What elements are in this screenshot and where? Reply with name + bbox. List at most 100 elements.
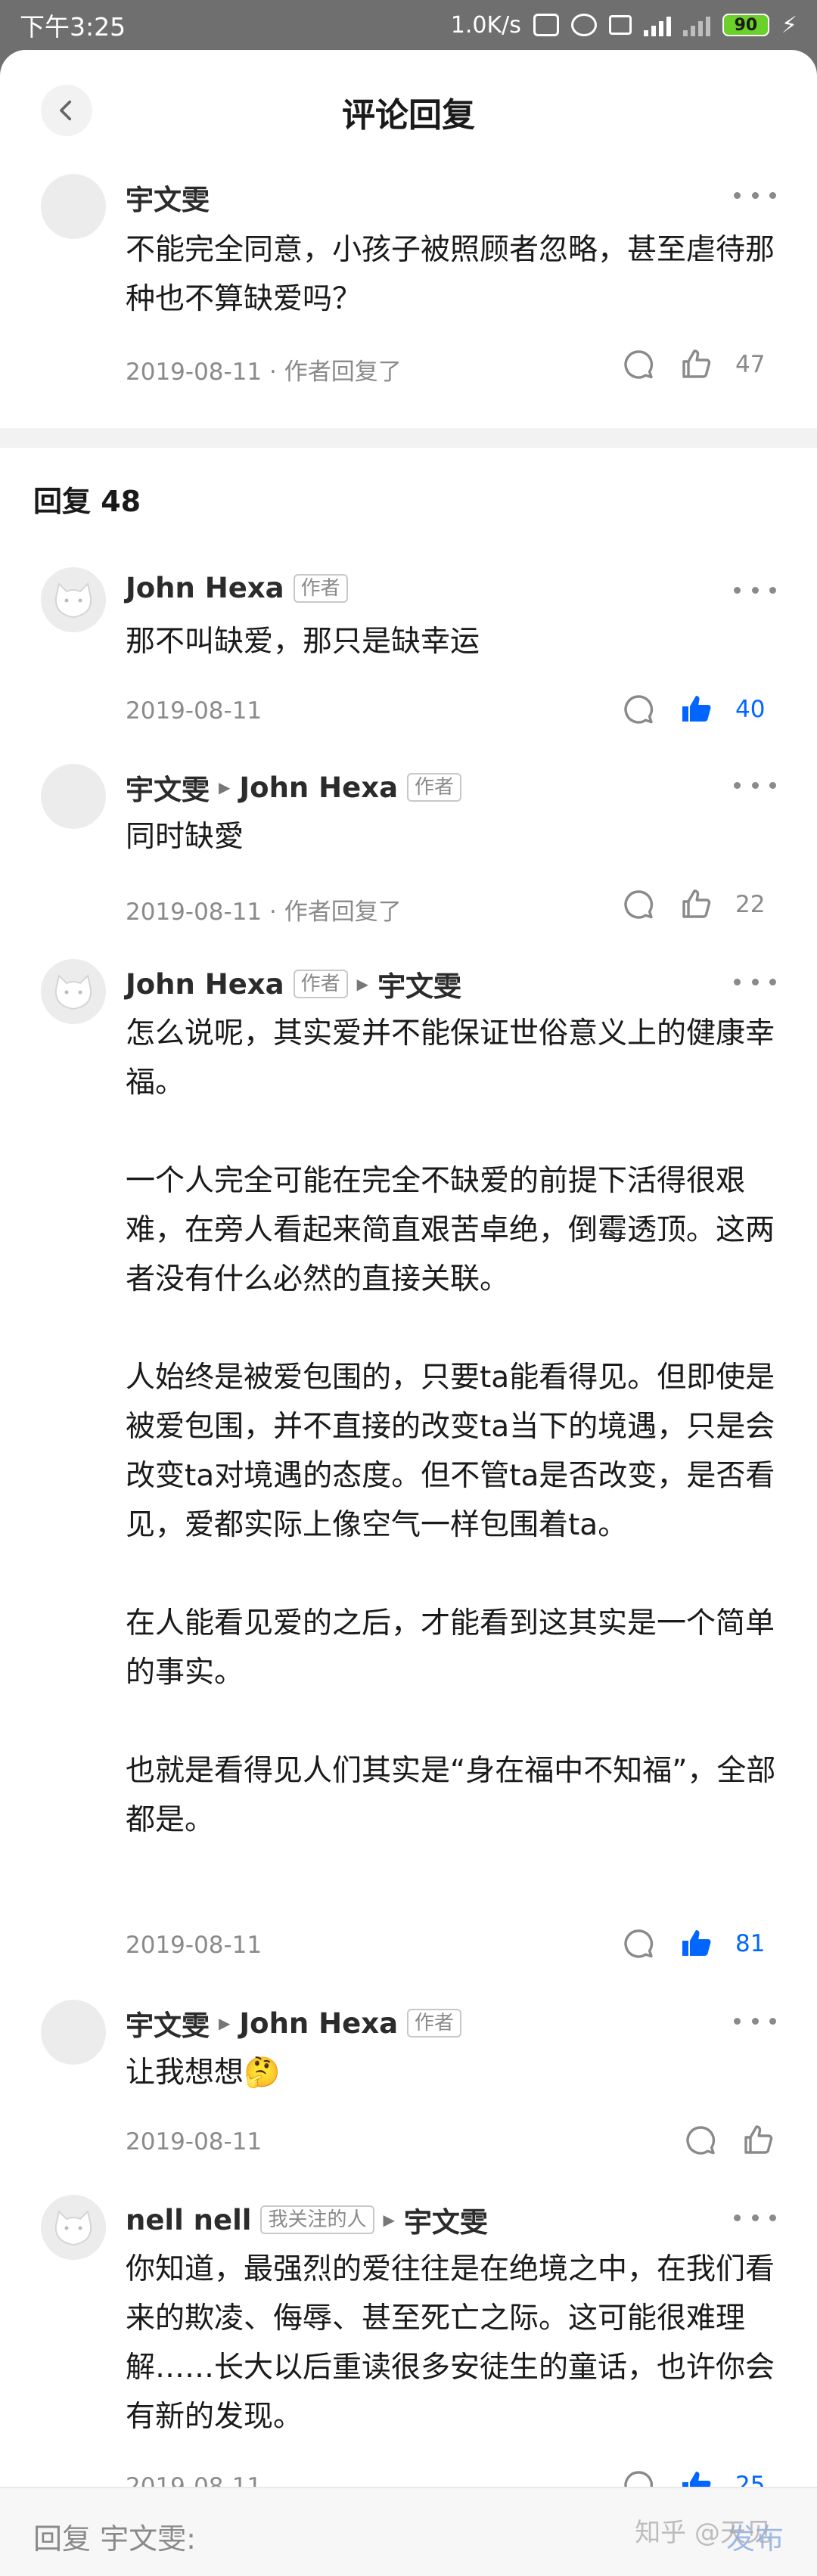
reply-to-name[interactable]: 宇文雯 bbox=[377, 964, 461, 1004]
dot-icon bbox=[751, 586, 759, 594]
author-name[interactable]: 宇文雯 bbox=[126, 2003, 210, 2044]
status-indicators: 1.0K/s 90 ⚡ bbox=[451, 12, 797, 39]
dot-icon bbox=[734, 586, 741, 594]
like-count: 40 bbox=[735, 696, 766, 723]
more-button[interactable] bbox=[734, 582, 776, 597]
reply-arrow-icon: ▶ bbox=[383, 2211, 395, 2229]
more-button[interactable] bbox=[734, 2210, 776, 2225]
dot-icon bbox=[769, 191, 776, 199]
reply-author-row: John Hexa 作者 ▶ 宇文雯 bbox=[126, 964, 461, 1004]
dot-icon bbox=[751, 2214, 759, 2221]
signal-icon bbox=[643, 14, 671, 36]
reply-to-name[interactable]: 宇文雯 bbox=[404, 2199, 488, 2240]
reply-text: 那不叫缺爱，那只是缺幸运 bbox=[126, 617, 776, 666]
reply-author-row: 宇文雯 ▶ John Hexa 作者 bbox=[126, 2003, 462, 2044]
reply-paragraph: 人始终是被爱包围的，只要ta能看得见。但即使是被爱包围，并不直接的改变ta当下的… bbox=[126, 1361, 775, 1542]
reply-arrow-icon: ▶ bbox=[219, 2014, 231, 2032]
dot-icon bbox=[751, 978, 759, 985]
reply-paragraph: 也就是看得见人们其实是“身在福中不知福”，全部都是。 bbox=[126, 1754, 776, 1837]
comment-icon[interactable] bbox=[682, 2122, 719, 2159]
author-name[interactable]: nell nell bbox=[126, 2204, 251, 2236]
reply-input-bar[interactable]: 回复 宇文雯: 发布 知乎 @天见 bbox=[0, 2487, 817, 2576]
replies-header: 回复 48 bbox=[33, 485, 141, 518]
reply-arrow-icon: ▶ bbox=[356, 975, 369, 993]
section-divider bbox=[0, 428, 817, 448]
avatar[interactable] bbox=[41, 2195, 106, 2260]
thumb-up-icon[interactable] bbox=[678, 346, 714, 383]
reply-to-tag: 作者 bbox=[407, 773, 462, 802]
author-tag: 我关注的人 bbox=[260, 2205, 374, 2234]
header: 评论回复 bbox=[0, 50, 817, 171]
reply-actions: 81 bbox=[620, 1926, 776, 1962]
dot-icon bbox=[734, 781, 741, 789]
author-name[interactable]: John Hexa bbox=[126, 968, 284, 1001]
reply-paragraph: 在人能看见爱的之后，才能看到这其实是一个简单的事实。 bbox=[126, 1606, 775, 1690]
reply-author-row: nell nell 我关注的人 ▶ 宇文雯 bbox=[126, 2199, 488, 2240]
reply-text: 同时缺愛 bbox=[126, 812, 776, 861]
reply-paragraph: 那不叫缺爱，那只是缺幸运 bbox=[126, 625, 480, 659]
comment-meta: 2019-08-11 · 作者回复了 bbox=[126, 358, 402, 386]
reply-to-name[interactable]: John Hexa bbox=[239, 771, 398, 804]
reply-arrow-icon: ▶ bbox=[219, 778, 231, 796]
author-name[interactable]: John Hexa bbox=[126, 572, 284, 604]
dot-icon bbox=[769, 2214, 776, 2221]
reply-paragraph: 你知道，最强烈的爱往往是在绝境之中，在我们看来的欺凌、侮辱、甚至死亡之际。这可能… bbox=[126, 2252, 775, 2434]
status-bar: 下午3:25 1.0K/s 90 ⚡ bbox=[0, 0, 817, 50]
avatar[interactable] bbox=[41, 959, 106, 1024]
comment-icon[interactable] bbox=[620, 346, 657, 383]
like-count: 81 bbox=[735, 1930, 766, 1957]
comment-icon[interactable] bbox=[620, 1926, 657, 1962]
comment-icon[interactable] bbox=[620, 886, 657, 923]
reply-paragraph: 怎么说呢，其实爱并不能保证世俗意义上的健康幸福。 bbox=[126, 1016, 775, 1100]
reply-actions: 40 bbox=[620, 691, 776, 728]
author-tag: 作者 bbox=[293, 970, 348, 998]
dot-icon bbox=[734, 191, 741, 199]
reply-meta: 2019-08-11 bbox=[126, 2128, 262, 2155]
thumb-up-filled-icon[interactable] bbox=[678, 1926, 714, 1962]
dot-icon bbox=[751, 2017, 759, 2025]
reply-meta: 2019-08-11 bbox=[126, 697, 262, 725]
dot-icon bbox=[769, 2017, 776, 2025]
charging-icon: ⚡ bbox=[781, 11, 797, 39]
comment-actions: 47 bbox=[620, 346, 776, 383]
reply-actions bbox=[682, 2122, 776, 2159]
author-name[interactable]: 宇文雯 bbox=[126, 177, 210, 218]
hd-icon bbox=[608, 15, 632, 35]
reply-text: 怎么说呢，其实爱并不能保证世俗意义上的健康幸福。 一个人完全可能在完全不缺爱的前… bbox=[126, 1009, 776, 1845]
author-name[interactable]: 宇文雯 bbox=[126, 767, 210, 808]
more-button[interactable] bbox=[734, 974, 776, 989]
more-button[interactable] bbox=[734, 777, 776, 793]
reply-text: 让我想想🤔 bbox=[126, 2048, 776, 2097]
reply-input-placeholder[interactable]: 回复 宇文雯: bbox=[33, 2515, 196, 2557]
reply-actions: 22 bbox=[620, 886, 776, 923]
more-button[interactable] bbox=[734, 188, 776, 203]
comment-icon[interactable] bbox=[620, 691, 657, 728]
avatar[interactable] bbox=[41, 174, 106, 239]
mute-icon bbox=[533, 14, 559, 36]
thumb-up-icon[interactable] bbox=[678, 886, 714, 923]
dot-icon bbox=[751, 781, 759, 789]
reply-author-row: 宇文雯 ▶ John Hexa 作者 bbox=[126, 767, 462, 808]
avatar[interactable] bbox=[41, 764, 106, 829]
status-time: 下午3:25 bbox=[20, 12, 126, 42]
comment-paragraph: 不能完全同意，小孩子被照顾者忽略，甚至虐待那种也不算缺爱吗？ bbox=[126, 233, 775, 316]
thumb-up-icon[interactable] bbox=[740, 2122, 776, 2159]
dot-icon bbox=[769, 586, 776, 594]
more-button[interactable] bbox=[734, 2013, 776, 2028]
page-title: 评论回复 bbox=[342, 96, 475, 135]
reply-to-name[interactable]: John Hexa bbox=[239, 2007, 398, 2040]
avatar[interactable] bbox=[41, 2000, 106, 2065]
avatar[interactable] bbox=[41, 567, 106, 632]
dot-icon bbox=[734, 2214, 741, 2221]
reply-meta: 2019-08-11 bbox=[126, 1932, 262, 1959]
reply-paragraph: 让我想想🤔 bbox=[126, 2056, 281, 2090]
comment-author-row: 宇文雯 bbox=[126, 177, 210, 218]
like-count: 22 bbox=[735, 891, 766, 918]
thumb-up-filled-icon[interactable] bbox=[678, 691, 714, 728]
dot-icon bbox=[769, 781, 776, 789]
dot-icon bbox=[734, 2017, 741, 2025]
dot-icon bbox=[769, 978, 776, 985]
signal-2-icon bbox=[682, 14, 710, 36]
comment-text: 不能完全同意，小孩子被照顾者忽略，甚至虐待那种也不算缺爱吗？ bbox=[126, 225, 776, 324]
reply-paragraph: 一个人完全可能在完全不缺爱的前提下活得很艰难，在旁人看起来简直艰苦卓绝，倒霉透顶… bbox=[126, 1164, 775, 1296]
